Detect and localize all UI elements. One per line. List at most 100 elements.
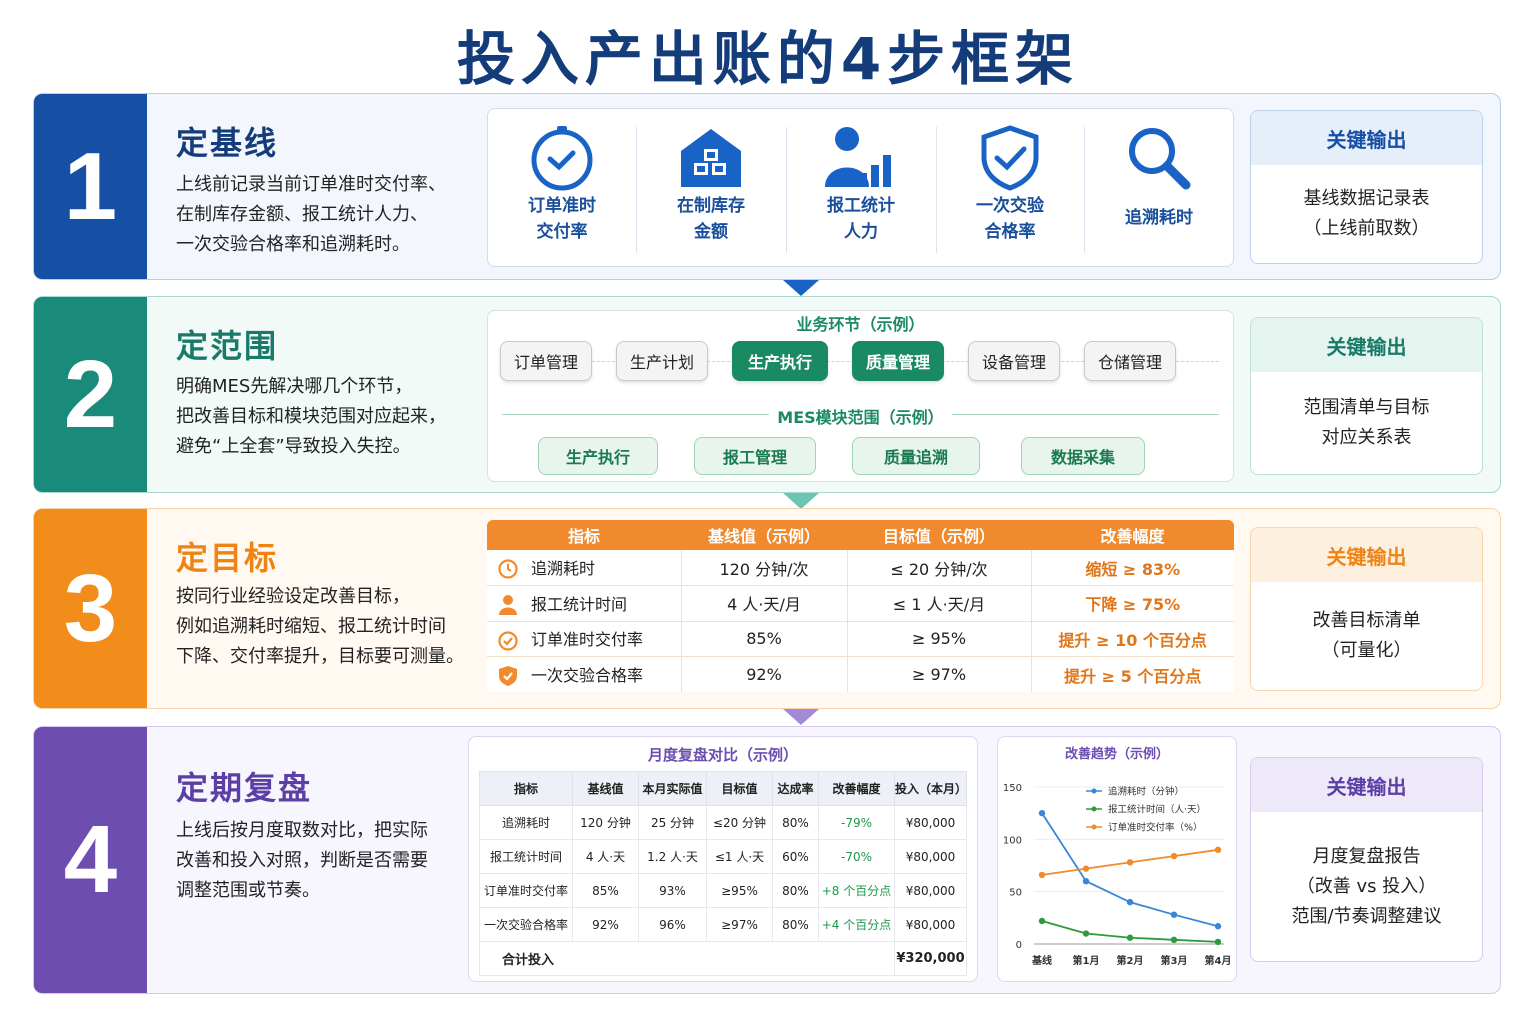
page-title: 投入产出账的4步框架 — [456, 25, 1080, 93]
baseline-metrics-panel: 订单准时 交付率 在制库存 金额 报工统计 人力 一次交验 合格率 追溯耗时 — [487, 108, 1234, 267]
step-3-title: 定目标 — [176, 539, 279, 577]
flow-step-execution: 生产执行 — [732, 341, 828, 381]
scope-panel: 业务环节（示例） 订单管理 生产计划 生产执行 质量管理 设备管理 仓储管理 M… — [487, 310, 1234, 482]
key-output-body: 改善目标清单 （可量化） — [1312, 610, 1421, 661]
legend-marker — [1091, 788, 1097, 794]
chart-title: 改善趋势（示例） — [1065, 746, 1169, 762]
data-point — [1214, 923, 1222, 930]
step-arrow — [783, 709, 819, 725]
clock-icon — [531, 126, 593, 191]
y-tick-label: 0 — [1016, 940, 1022, 951]
data-point — [1038, 871, 1046, 879]
table-row: 一次交验合格率 92% ≥ 97% 提升 ≥ 5 个百分点 — [487, 656, 1234, 692]
data-point — [1126, 934, 1134, 941]
x-tick-label: 第3月 — [1161, 954, 1188, 967]
x-tick-label: 第4月 — [1205, 954, 1232, 967]
metric-delivery-rate: 订单准时 交付率 — [488, 123, 636, 249]
legend-marker — [1091, 824, 1097, 830]
step-arrow — [783, 280, 819, 296]
warehouse-icon — [681, 129, 741, 187]
flow-step-equipment: 设备管理 — [968, 341, 1060, 381]
key-output-body: 基线数据记录表 （上线前取数） — [1303, 188, 1430, 239]
flow-step-plan: 生产计划 — [616, 341, 708, 381]
step-1-section: 1 定基线 上线前记录当前订单准时交付率、 在制库存金额、报工统计人力、 一次交… — [33, 93, 1501, 280]
data-point — [1214, 938, 1222, 946]
legend-marker — [1091, 806, 1097, 812]
data-point — [1038, 917, 1046, 925]
metric-trace-time: 追溯耗时 — [1085, 123, 1233, 249]
step-2-desc: 明确MES先解决哪几个环节， 把改善目标和模块范围对应起来， 避免“上全套”导致… — [176, 376, 446, 457]
x-tick-label: 第2月 — [1117, 954, 1144, 967]
step-1-key-output: 关键输出 基线数据记录表 （上线前取数） — [1250, 110, 1483, 264]
data-point — [1214, 846, 1222, 853]
review-table-panel: 月度复盘对比（示例） 指标 基线值 本月实际值 目标值 达成率 改善幅度 投入（… — [468, 736, 978, 982]
review-table-title: 月度复盘对比（示例） — [647, 746, 798, 764]
legend-label: 追溯耗时（分钟） — [1108, 786, 1184, 798]
table-row: 订单准时交付率 85% 93% ≥95% 80% +8 个百分点 ¥80,000 — [479, 873, 967, 908]
review-table: 指标 基线值 本月实际值 目标值 达成率 改善幅度 投入（本月） 追溯耗时 120… — [479, 771, 967, 976]
step-3-section: 3 定目标 按同行业经验设定改善目标， 例如追溯耗时缩短、报工统计时间 下降、交… — [33, 508, 1501, 709]
step-1-number: 1 — [34, 94, 147, 279]
shield-check-icon — [499, 666, 517, 687]
trend-chart: 改善趋势（示例） 0 50 100 150 基线 第1月 第2月 第3月 第4月 追溯耗时（分钟） 报… — [1003, 746, 1232, 967]
table-row: 报工统计时间 4 人·天 1.2 人·天 ≤1 人·天 60% -70% ¥80,000 — [479, 839, 967, 874]
step-2-key-output: 关键输出 范围清单与目标 对应关系表 — [1250, 317, 1483, 475]
metric-reporting-labor: 报工统计 人力 — [787, 123, 935, 249]
data-point — [1082, 878, 1090, 885]
x-tick-label: 基线 — [1031, 954, 1052, 967]
table-row: 一次交验合格率 92% 96% ≥97% 80% +4 个百分点 ¥80,000 — [479, 907, 967, 942]
step-3-key-output: 关键输出 改善目标清单 （可量化） — [1250, 527, 1483, 691]
data-point — [1038, 809, 1046, 817]
metric-wip-inventory: 在制库存 金额 — [637, 123, 785, 249]
flow-step-order: 订单管理 — [500, 341, 592, 381]
check-circle-icon — [498, 630, 518, 651]
total-row: 合计投入 ¥320,000 — [479, 941, 967, 976]
data-point — [1082, 865, 1090, 872]
module-trace: 质量追溯 — [852, 437, 980, 475]
y-tick-label: 100 — [1003, 835, 1022, 846]
data-point — [1126, 898, 1134, 906]
key-output-title: 关键输出 — [1251, 318, 1482, 372]
shield-check-icon — [981, 125, 1039, 191]
step-4-number: 4 — [34, 727, 147, 993]
data-point — [1170, 911, 1178, 918]
trend-chart-panel: 改善趋势（示例） 0 50 100 150 基线 第1月 第2月 第3月 第4月 追溯耗时（分钟） 报… — [997, 736, 1237, 982]
key-output-title: 关键输出 — [1251, 111, 1482, 165]
flow-step-warehouse: 仓储管理 — [1084, 341, 1176, 381]
data-point — [1170, 936, 1178, 944]
y-tick-label: 50 — [1009, 888, 1022, 899]
module-reporting: 报工管理 — [694, 437, 816, 475]
data-point — [1126, 859, 1134, 866]
step-3-number: 3 — [34, 509, 147, 708]
key-output-body: 范围清单与目标 对应关系表 — [1303, 397, 1430, 448]
key-output-title: 关键输出 — [1251, 528, 1482, 582]
step-4-title: 定期复盘 — [176, 769, 313, 807]
key-output-body: 月度复盘报告 （改善 vs 投入） 范围/节奏调整建议 — [1291, 845, 1442, 927]
step-2-number: 2 — [34, 297, 147, 492]
table-row: 报工统计时间 4 人·天/月 ≤ 1 人·天/月 下降 ≥ 75% — [487, 585, 1234, 622]
key-output-title: 关键输出 — [1251, 758, 1482, 812]
step-1-desc: 上线前记录当前订单准时交付率、 在制库存金额、报工统计人力、 一次交验合格率和追… — [176, 174, 446, 255]
y-tick-label: 150 — [1003, 783, 1022, 794]
target-table: 指标 基线值（示例） 目标值（示例） 改善幅度 追溯耗时 120 分钟/次 ≤ … — [487, 520, 1234, 692]
step-arrow — [783, 493, 819, 509]
clock-icon — [498, 559, 518, 579]
table-row: 追溯耗时 120 分钟/次 ≤ 20 分钟/次 缩短 ≥ 83% — [487, 550, 1234, 586]
step-4-key-output: 关键输出 月度复盘报告 （改善 vs 投入） 范围/节奏调整建议 — [1250, 757, 1483, 962]
step-2-title: 定范围 — [176, 327, 279, 365]
metric-first-pass-rate: 一次交验 合格率 — [936, 123, 1084, 249]
person-chart-icon — [825, 127, 891, 187]
module-label: MES模块范围（示例） — [488, 404, 1233, 428]
x-tick-label: 第1月 — [1073, 954, 1100, 967]
flow-label: 业务环节（示例） — [796, 315, 925, 334]
flow-step-quality: 质量管理 — [852, 341, 944, 381]
step-1-title: 定基线 — [176, 124, 279, 162]
magnifier-icon — [1129, 128, 1191, 190]
step-3-desc: 按同行业经验设定改善目标， 例如追溯耗时缩短、报工统计时间 下降、交付率提升，目… — [176, 586, 464, 667]
table-row: 追溯耗时 120 分钟 25 分钟 ≤20 分钟 80% -79% ¥80,000 — [479, 805, 967, 840]
step-2-section: 2 定范围 明确MES先解决哪几个环节， 把改善目标和模块范围对应起来， 避免“… — [33, 296, 1501, 493]
data-point — [1170, 852, 1178, 860]
table-row: 订单准时交付率 85% ≥ 95% 提升 ≥ 10 个百分点 — [487, 621, 1234, 657]
data-point — [1082, 930, 1090, 937]
legend-label: 报工统计时间（人·天） — [1108, 804, 1206, 816]
